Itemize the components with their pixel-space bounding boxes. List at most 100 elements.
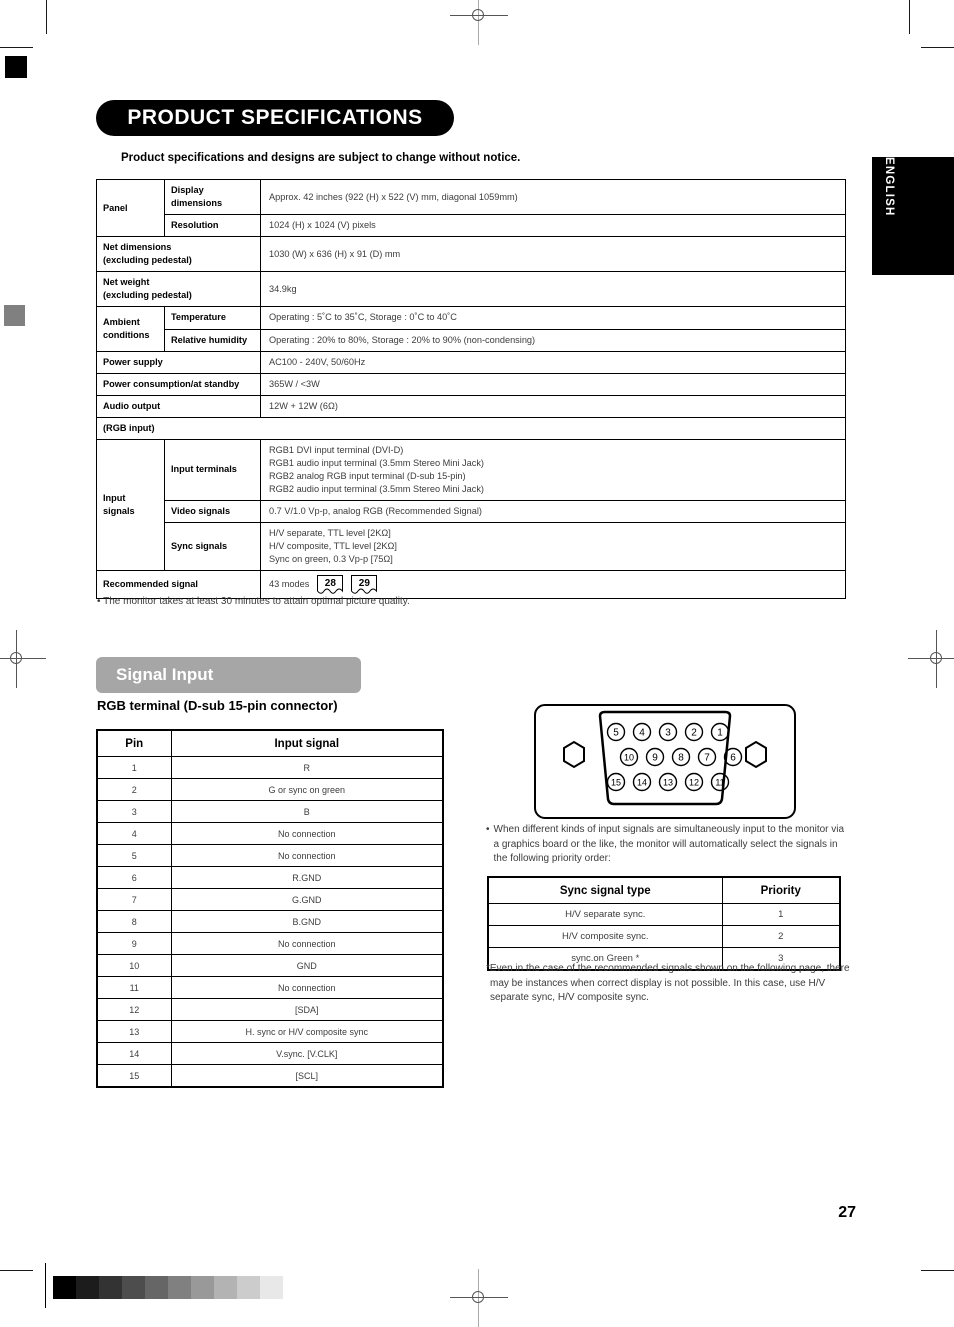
page-reference-28[interactable]: 28 [317, 575, 344, 595]
spec-section-rgb-input: (RGB input) [96, 416, 846, 440]
crop-mark-top-left-vertical [46, 0, 47, 34]
table-row: H/V separate sync. 1 [487, 903, 841, 926]
pin-number: 15 [96, 1064, 172, 1088]
table-row: 5 No connection [96, 844, 444, 867]
spec-value-recommended: 43 modes 28 29 [260, 570, 846, 600]
pin-number: 14 [96, 1042, 172, 1065]
table-row: Recommended signal 43 modes 28 29 [96, 570, 846, 600]
table-row: 3B [96, 800, 444, 823]
registration-mark-bottom-center [450, 1269, 508, 1327]
pin-signal: No connection [170, 932, 444, 955]
spec-value: 34.9kg [260, 271, 846, 308]
priority-value: 2 [721, 925, 841, 948]
crop-mark-top-left-horizontal [0, 47, 33, 48]
table-header-row: Pin Input signal [96, 729, 444, 757]
pin-signal: No connection [170, 844, 444, 867]
screw-hole-left-icon [563, 740, 585, 769]
registration-square-top-left [5, 56, 27, 78]
connector-pin-label: 2 [691, 728, 697, 739]
column-header-input-signal: Input signal [170, 729, 444, 757]
spec-value: 1024 (H) x 1024 (V) pixels [260, 214, 846, 238]
registration-mark-top-center [450, 0, 508, 45]
colorbar-swatch [214, 1276, 237, 1299]
colorbar-swatch [145, 1276, 168, 1299]
pin-signal: G or sync on green [170, 778, 444, 801]
column-header-sync-signal-type: Sync signal type [487, 876, 723, 904]
connector-pins: 5 4 3 2 1 10 9 8 7 6 15 14 13 12 11 [606, 722, 743, 792]
spec-value: Operating : 5˚C to 35˚C, Storage : 0˚C t… [260, 306, 846, 330]
pin-number: 11 [96, 976, 172, 999]
spec-label: Audio output [96, 394, 261, 418]
book-icon [317, 588, 344, 595]
sync-footnote: *Even in the case of the recommended sig… [486, 963, 850, 1003]
table-row: Power supply AC100 - 240V, 50/60Hz [96, 350, 846, 374]
spec-label: Input terminals [164, 438, 261, 502]
spec-value: 0.7 V/1.0 Vp-p, analog RGB (Recommended … [260, 500, 846, 524]
pin-number: 9 [96, 932, 172, 955]
rgb-terminal-heading: RGB terminal (D-sub 15-pin connector) [97, 698, 338, 713]
grayscale-calibration-bar [53, 1276, 283, 1299]
table-row: 10 GND [96, 954, 444, 977]
sync-signal-type: H/V separate sync. [487, 903, 723, 926]
connector-pin-label: 14 [637, 778, 647, 788]
recommended-modes-text: 43 modes [269, 579, 310, 590]
spec-label: Video signals [164, 500, 261, 524]
table-row: 6 R.GND [96, 866, 444, 889]
table-row: 2G or sync on green [96, 778, 444, 801]
spec-value: AC100 - 240V, 50/60Hz [260, 350, 846, 374]
table-row: Net weight (excluding pedestal) 34.9kg [96, 271, 846, 308]
page-reference-29[interactable]: 29 [351, 575, 378, 595]
pin-signal: H. sync or H/V composite sync [170, 1020, 444, 1043]
connector-pin-label: 8 [678, 753, 684, 764]
pin-assignment-table: Pin Input signal 1R2G or sync on green 3 B… [96, 729, 444, 1088]
pin-signal: No connection [170, 822, 444, 845]
table-row: 1R [96, 756, 444, 779]
connector-pin-label: 7 [704, 753, 710, 764]
colorbar-swatch [168, 1276, 191, 1299]
registration-mark-left-center [0, 630, 46, 688]
spec-value: Operating : 20% to 80%, Storage : 20% to… [260, 328, 846, 352]
pin-number: 2 [96, 778, 172, 801]
table-row: Input signals Input terminals RGB1 DVI i… [96, 438, 846, 572]
connector-pin-label: 13 [663, 778, 673, 788]
crop-mark-bottom-left-horizontal [0, 1270, 33, 1271]
pin-table-body: 1R2G or sync on green 3 B 4 No connection 5 No… [96, 756, 444, 1088]
pin-number: 6 [96, 866, 172, 889]
page-reference-group: 43 modes 28 29 [269, 575, 378, 595]
bullet-glyph: • [486, 824, 490, 835]
spec-label: Net weight (excluding pedestal) [96, 271, 261, 308]
table-row: 9 No connection [96, 932, 444, 955]
pin-number: 4 [96, 822, 172, 845]
pin-signal: GND [170, 954, 444, 977]
pin-signal: R [170, 756, 444, 779]
table-row: 7 G.GND [96, 888, 444, 911]
column-header-pin: Pin [96, 729, 172, 757]
colorbar-swatch [99, 1276, 122, 1299]
page-title-banner: PRODUCT SPECIFICATIONS [96, 100, 454, 136]
colorbar-swatch [237, 1276, 260, 1299]
page-title: PRODUCT SPECIFICATIONS [127, 106, 423, 129]
connector-pin-label: 12 [689, 778, 699, 788]
table-row: Ambient conditions Temperature Operating… [96, 306, 846, 352]
colorbar-swatch [122, 1276, 145, 1299]
language-tab-label: ENGLISH [883, 157, 895, 217]
pin-signal: B.GND [170, 910, 444, 933]
table-row: Relative humidity Operating : 20% to 80%… [97, 328, 846, 352]
signal-input-banner: Signal Input [96, 657, 361, 693]
spec-label: Power consumption/at standby [96, 372, 261, 396]
spec-label: Temperature [164, 306, 261, 330]
book-icon [351, 588, 378, 595]
pin-signal: B [170, 800, 444, 823]
spec-value: 365W / <3W [260, 372, 846, 396]
pin-number: 5 [96, 844, 172, 867]
product-specifications-table: Panel Display dimensions Approx. 42 inch… [96, 178, 846, 600]
spec-label: Net dimensions (excluding pedestal) [96, 236, 261, 273]
spec-value: H/V separate, TTL level [2KΩ] H/V compos… [260, 522, 846, 572]
table-row: 11 No connection [96, 976, 444, 999]
colorbar-swatch [260, 1276, 283, 1299]
pin-signal: [SCL] [170, 1064, 444, 1088]
table-header-row: Sync signal type Priority [487, 876, 841, 904]
table-row: Power consumption/at standby 365W / <3W [96, 372, 846, 396]
pin-number: 3 [96, 800, 172, 823]
pin-number: 10 [96, 954, 172, 977]
